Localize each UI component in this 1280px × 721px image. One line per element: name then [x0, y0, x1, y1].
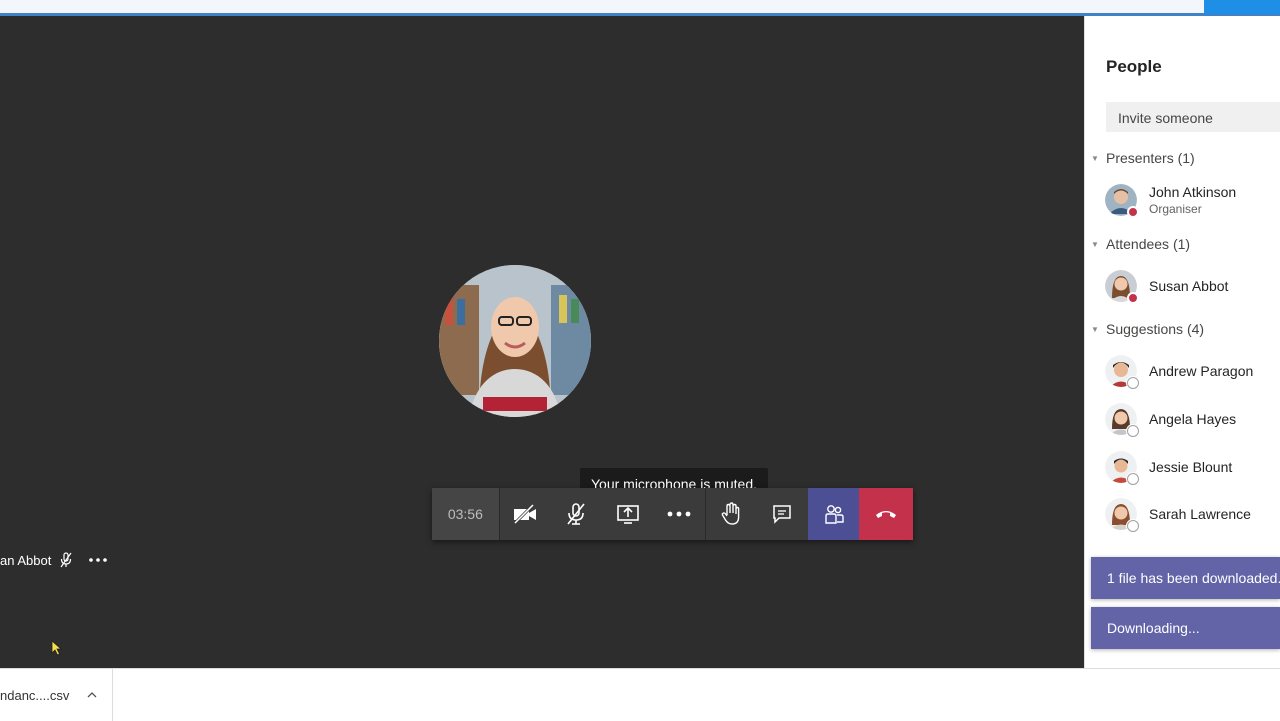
more-dots-icon — [667, 511, 691, 517]
hang-up-phone-icon — [876, 511, 897, 518]
collapse-caret-icon: ▼ — [1091, 324, 1099, 334]
share-screen-icon — [616, 505, 639, 524]
busy-status-icon — [1127, 206, 1139, 218]
participant-name-bar: an Abbot — [0, 550, 108, 570]
participant-more-icon[interactable] — [89, 558, 108, 562]
mic-off-icon — [567, 503, 585, 525]
person-name: Jessie Blount — [1149, 459, 1233, 475]
presenters-label: Presenters (1) — [1106, 150, 1195, 166]
offline-status-icon — [1127, 520, 1139, 532]
suggestions-label: Suggestions (4) — [1106, 321, 1205, 337]
invite-someone-input[interactable]: Invite someone — [1106, 102, 1280, 132]
show-participants-button[interactable] — [807, 488, 860, 540]
collapse-caret-icon: ▼ — [1091, 239, 1099, 249]
avatar — [1105, 355, 1139, 389]
call-stage: Your microphone is muted. 03:56 an Abbot — [0, 16, 1084, 668]
person-name: Sarah Lawrence — [1149, 506, 1251, 522]
raise-hand-button[interactable] — [704, 488, 757, 540]
downloading-toast[interactable]: Downloading... — [1091, 607, 1280, 649]
collapse-caret-icon: ▼ — [1091, 153, 1099, 163]
camera-toggle-button[interactable] — [498, 488, 551, 540]
more-actions-button[interactable] — [653, 488, 705, 540]
camera-off-icon — [513, 504, 536, 524]
top-right-button[interactable] — [1204, 0, 1280, 14]
avatar — [1105, 270, 1139, 304]
suggestions-section-header[interactable]: ▼ Suggestions (4) — [1091, 321, 1204, 337]
person-andrew-paragon[interactable]: Andrew Paragon — [1105, 353, 1253, 389]
offline-status-icon — [1127, 473, 1139, 485]
mouse-cursor-icon — [51, 640, 63, 656]
person-susan-abbot[interactable]: Susan Abbot — [1105, 268, 1228, 304]
people-icon — [824, 505, 844, 524]
presenters-section-header[interactable]: ▼ Presenters (1) — [1091, 150, 1195, 166]
chevron-up-icon[interactable] — [87, 692, 97, 698]
file-downloaded-toast[interactable]: 1 file has been downloaded. — [1091, 557, 1280, 599]
offline-status-icon — [1127, 377, 1139, 389]
call-control-bar: 03:56 — [432, 488, 914, 540]
avatar — [1105, 403, 1139, 437]
attendees-section-header[interactable]: ▼ Attendees (1) — [1091, 236, 1190, 252]
chat-button[interactable] — [756, 488, 808, 540]
avatar — [1105, 451, 1139, 485]
browser-top-bar — [0, 0, 1280, 16]
share-screen-button[interactable] — [602, 488, 654, 540]
person-john-atkinson[interactable]: John Atkinson Organiser — [1105, 182, 1236, 218]
panel-title: People — [1106, 57, 1162, 76]
attendees-label: Attendees (1) — [1106, 236, 1191, 252]
participant-mic-icon — [60, 552, 72, 568]
person-sarah-lawrence[interactable]: Sarah Lawrence — [1105, 496, 1251, 532]
avatar — [1105, 184, 1139, 218]
person-name: Angela Hayes — [1149, 411, 1237, 427]
person-name: Andrew Paragon — [1149, 363, 1254, 379]
call-timer: 03:56 — [432, 488, 499, 540]
download-item[interactable]: ndanc....csv — [0, 669, 113, 721]
download-file-name: ndanc....csv — [0, 687, 70, 703]
person-name: John Atkinson — [1149, 184, 1237, 200]
person-role: Organiser — [1149, 202, 1202, 216]
mic-toggle-button[interactable] — [550, 488, 602, 540]
participant-name: an Abbot — [0, 552, 52, 568]
person-angela-hayes[interactable]: Angela Hayes — [1105, 401, 1236, 437]
participant-avatar — [439, 265, 591, 417]
offline-status-icon — [1127, 425, 1139, 437]
browser-download-bar: ndanc....csv — [0, 668, 1280, 721]
hang-up-button[interactable] — [859, 488, 914, 540]
busy-status-icon — [1127, 292, 1139, 304]
raise-hand-icon — [721, 502, 740, 525]
person-name: Susan Abbot — [1149, 278, 1229, 294]
person-jessie-blount[interactable]: Jessie Blount — [1105, 449, 1232, 485]
avatar — [1105, 498, 1139, 532]
chat-icon — [773, 505, 791, 524]
